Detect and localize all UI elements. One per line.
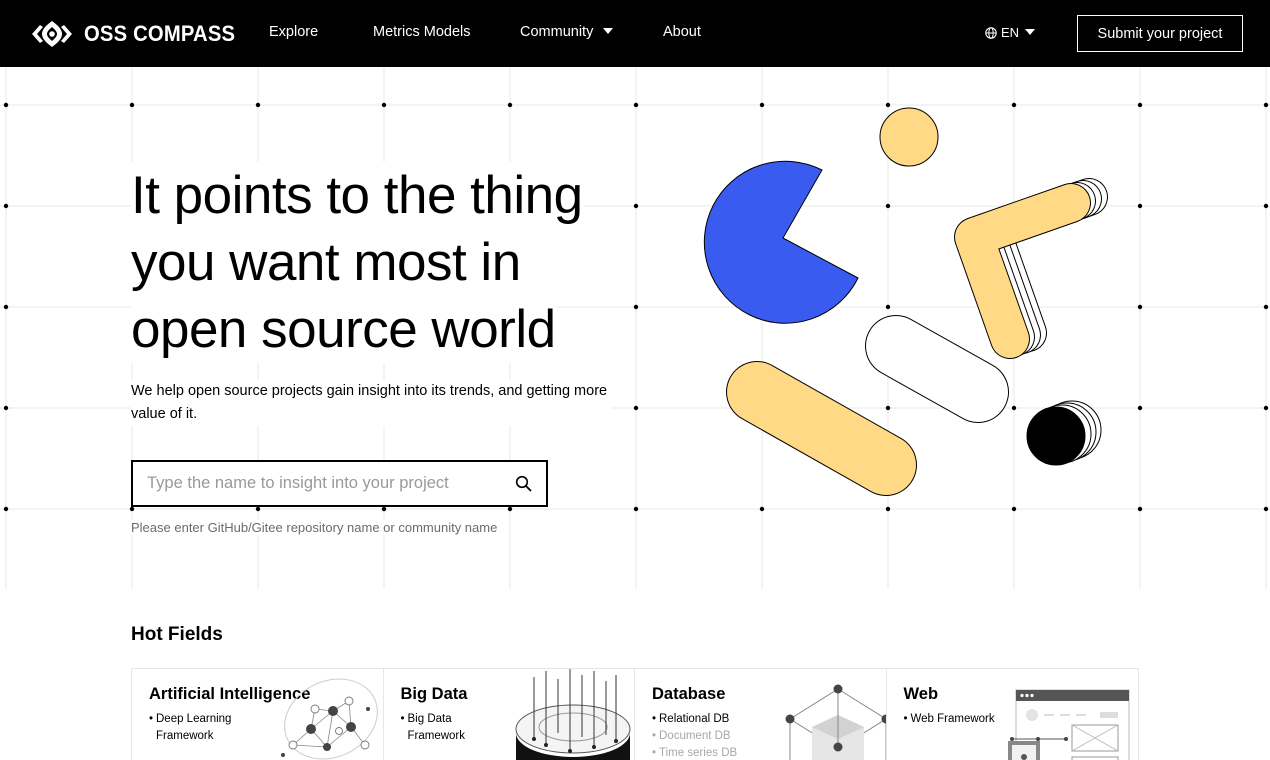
- hero-illustration: [703, 107, 1108, 496]
- top-navbar: OSS COMPASS Explore Metrics Models Commu…: [0, 0, 1270, 67]
- language-label: EN: [1001, 25, 1020, 40]
- nav-explore[interactable]: Explore: [269, 24, 318, 40]
- globe-icon: [985, 26, 997, 39]
- list-item[interactable]: Relational DB: [652, 711, 737, 728]
- yellow-chevron-shape: [954, 178, 1108, 359]
- compass-logo-icon: [32, 21, 72, 47]
- field-card-web[interactable]: Web Web Framework: [887, 669, 1139, 760]
- list-item[interactable]: Document DB: [652, 728, 737, 745]
- field-card-ai[interactable]: Artificial Intelligence Deep Learning Fr…: [132, 669, 384, 760]
- card-list: Web Framework: [904, 711, 995, 728]
- caret-down-icon: [603, 28, 614, 35]
- hero-headline: It points to the thing you want most in …: [131, 162, 631, 363]
- yellow-circle-shape: [879, 107, 939, 167]
- card-list: Big Data Framework: [401, 711, 491, 745]
- list-item[interactable]: Time series DB: [652, 745, 737, 760]
- caret-down-icon: [1025, 28, 1036, 35]
- data-cylinder-icon: [515, 669, 631, 760]
- card-title: Database: [652, 685, 726, 703]
- browser-window-icon: [1008, 689, 1130, 760]
- language-switcher[interactable]: EN: [985, 25, 1036, 40]
- list-item[interactable]: Big Data Framework: [401, 711, 491, 745]
- card-title: Web: [903, 685, 939, 703]
- database-cube-icon: [785, 684, 886, 760]
- submit-project-button[interactable]: Submit your project: [1077, 15, 1243, 52]
- hot-fields-title: Hot Fields: [131, 624, 223, 645]
- hot-fields-cards: Artificial Intelligence Deep Learning Fr…: [131, 668, 1139, 760]
- headline-line-2: you want most in: [131, 229, 521, 296]
- nav-community-label: Community: [520, 24, 594, 40]
- field-card-big-data[interactable]: Big Data Big Data Framework: [384, 669, 635, 760]
- white-pill-shape: [865, 315, 1009, 423]
- search-icon[interactable]: [500, 462, 546, 505]
- headline-line-1: It points to the thing: [131, 162, 583, 229]
- brand-name: OSS COMPASS: [84, 21, 236, 46]
- blue-pacman-shape: [703, 160, 859, 324]
- search-hint: Please enter GitHub/Gitee repository nam…: [131, 520, 498, 535]
- nav-community[interactable]: Community: [520, 24, 614, 40]
- hero-subtext: We help open source projects gain insigh…: [131, 380, 611, 426]
- headline-line-3: open source world: [131, 296, 556, 363]
- hero-section: It points to the thing you want most in …: [0, 67, 1270, 589]
- nav-metrics-models[interactable]: Metrics Models: [373, 24, 471, 40]
- yellow-pill-shape: [726, 361, 917, 496]
- list-item[interactable]: Deep Learning Framework: [149, 711, 239, 745]
- card-list: Deep Learning Framework: [149, 711, 239, 745]
- black-circle-shape: [1026, 400, 1102, 466]
- card-list: Relational DB Document DB Time series DB: [652, 711, 737, 760]
- card-title: Big Data: [400, 685, 468, 703]
- nav-about[interactable]: About: [663, 24, 701, 40]
- project-search-input[interactable]: [133, 462, 500, 505]
- project-search-box: [131, 460, 548, 507]
- neural-network-icon: [280, 678, 378, 760]
- brand-logo[interactable]: OSS COMPASS: [28, 14, 248, 54]
- field-card-database[interactable]: Database Relational DB Document DB Time …: [635, 669, 887, 760]
- list-item[interactable]: Web Framework: [904, 711, 995, 728]
